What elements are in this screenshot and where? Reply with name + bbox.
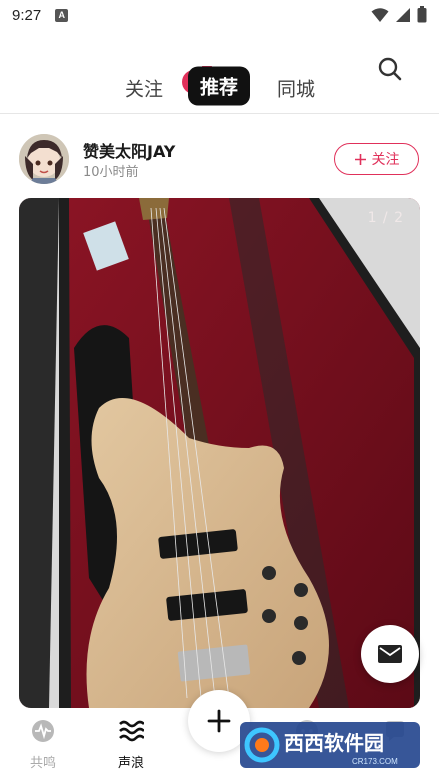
post-time: 10小时前: [83, 165, 139, 180]
follow-button[interactable]: 关注: [334, 143, 419, 175]
add-icon: [207, 709, 231, 733]
tab-recommend[interactable]: 推荐: [188, 66, 251, 106]
notification-app-icon: A: [55, 8, 69, 22]
search-icon[interactable]: [377, 56, 403, 82]
watermark-sub: CR173.COM: [352, 757, 398, 766]
top-navigation: 关注 推荐 同城: [0, 30, 439, 114]
battery-icon: [417, 6, 427, 23]
wave-icon: [119, 720, 145, 742]
nav-shenglang-label: 声浪: [117, 756, 144, 771]
site-watermark: 西西软件园 CR173.COM: [240, 722, 420, 768]
message-button[interactable]: [361, 625, 419, 683]
post-image[interactable]: 1 / 2: [19, 198, 420, 708]
cellular-signal-icon: [396, 7, 410, 22]
gongming-icon: [32, 720, 54, 742]
avatar[interactable]: [19, 134, 69, 184]
nav-gongming[interactable]: 共鸣: [13, 718, 73, 771]
username[interactable]: 赞美太阳JAY: [83, 138, 175, 162]
image-page-counter: 1 / 2: [367, 210, 404, 226]
mail-icon: [378, 645, 402, 663]
post-header: 赞美太阳JAY 10小时前 关注: [0, 125, 439, 195]
tab-city[interactable]: 同城: [277, 75, 315, 102]
status-bar: 9:27 A: [0, 0, 439, 30]
watermark-text: 西西软件园: [284, 731, 384, 755]
follow-button-label: 关注: [371, 152, 400, 168]
nav-shenglang[interactable]: 声浪: [101, 718, 161, 771]
plus-icon: [354, 153, 366, 165]
tab-follow[interactable]: 关注: [125, 75, 163, 102]
status-icons: [371, 6, 427, 23]
wifi-icon: [371, 7, 389, 22]
bass-guitar-photo: [19, 198, 420, 708]
status-time: 9:27: [12, 6, 42, 24]
nav-gongming-label: 共鸣: [29, 756, 56, 771]
